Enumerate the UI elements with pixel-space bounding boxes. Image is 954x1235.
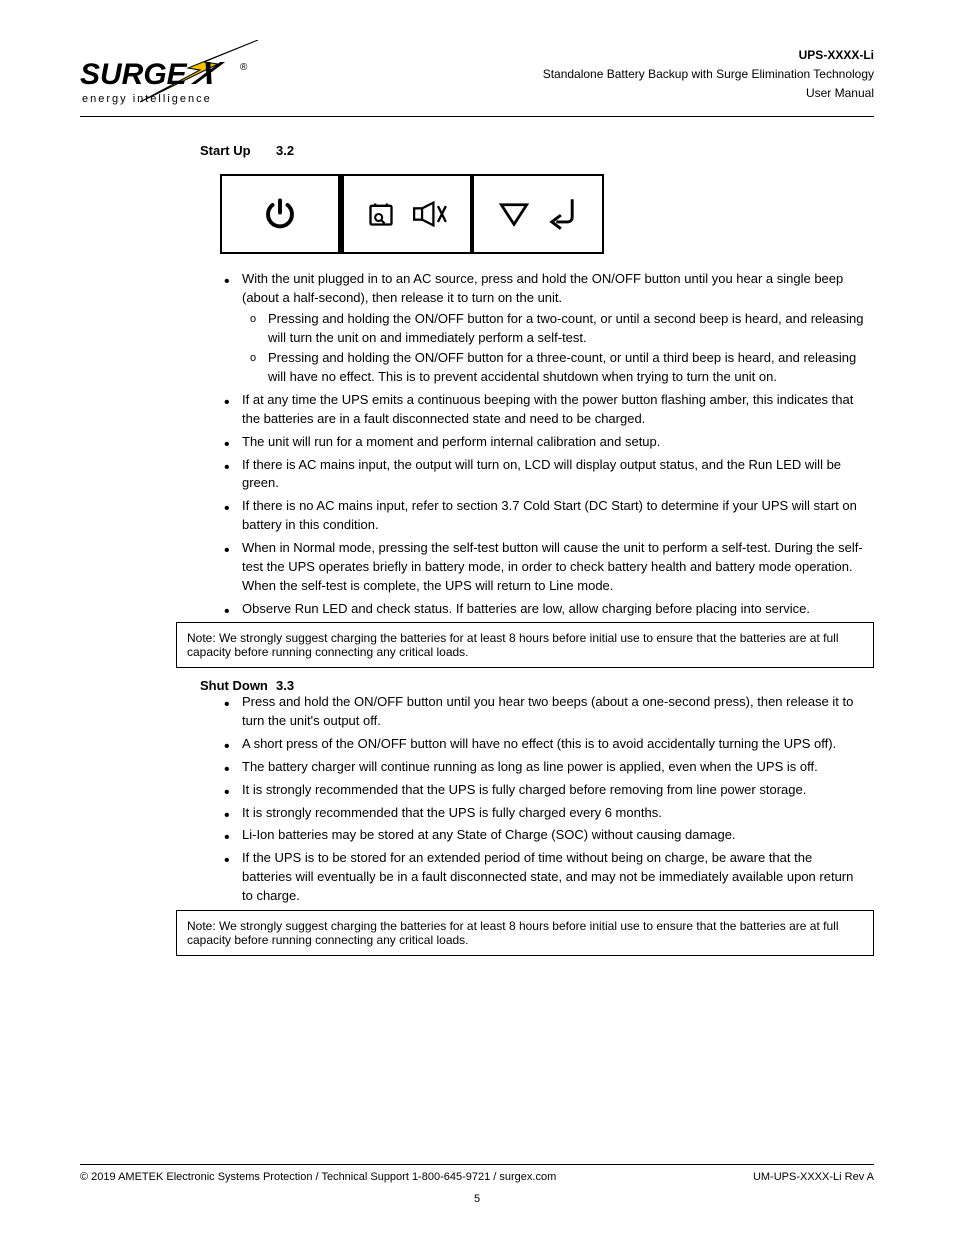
diagram-cell-test-mute <box>340 176 474 252</box>
footer-row: © 2019 AMETEK Electronic Systems Protect… <box>80 1171 874 1183</box>
section-title-1: Start Up <box>200 143 251 158</box>
header-model: UPS-XXXX-Li <box>543 46 874 65</box>
list-item: The unit will run for a moment and perfo… <box>224 433 864 452</box>
power-icon <box>262 196 298 232</box>
list-item: Pressing and holding the ON/OFF button f… <box>268 349 864 387</box>
logo: SURGE X ® energy intelligence <box>80 40 280 112</box>
diagram-cell-power <box>222 176 340 252</box>
list-item: Observe Run LED and check status. If bat… <box>224 600 864 619</box>
note-box-1: Note: We strongly suggest charging the b… <box>176 622 874 668</box>
list-item: When in Normal mode, pressing the self-t… <box>224 539 864 596</box>
logo-tagline: energy intelligence <box>82 93 212 105</box>
startup-sublist: Pressing and holding the ON/OFF button f… <box>242 310 864 387</box>
content: 3.2 Start Up With the unit plugged in to… <box>80 117 874 956</box>
section-shutdown-heading: 3.3 Shut Down <box>176 678 874 693</box>
list-item: If at any time the UPS emits a continuou… <box>224 391 864 429</box>
section-title-2: Shut Down <box>200 678 268 693</box>
surgex-logo-svg: SURGE X ® energy intelligence <box>80 40 260 112</box>
list-item: Press and hold the ON/OFF button until y… <box>224 693 864 731</box>
list-item: With the unit plugged in to an AC source… <box>224 270 864 387</box>
list-item: If there is AC mains input, the output w… <box>224 456 864 494</box>
enter-icon <box>547 197 577 231</box>
footer-left: © 2019 AMETEK Electronic Systems Protect… <box>80 1171 556 1183</box>
footer-right: UM-UPS-XXXX-Li Rev A <box>753 1171 874 1183</box>
list-item: It is strongly recommended that the UPS … <box>224 781 864 800</box>
logo-reg: ® <box>240 62 248 73</box>
section-number-2: 3.3 <box>276 678 294 693</box>
mute-icon <box>413 201 447 227</box>
list-item: If the UPS is to be stored for an extend… <box>224 849 864 906</box>
list-item-text: With the unit plugged in to an AC source… <box>242 271 843 305</box>
page: SURGE X ® energy intelligence UPS-XXXX-L… <box>0 0 954 1235</box>
diagram-cell-nav <box>474 176 602 252</box>
footer: © 2019 AMETEK Electronic Systems Protect… <box>80 1164 874 1205</box>
section-startup-heading: 3.2 Start Up <box>176 143 874 158</box>
shutdown-list: Press and hold the ON/OFF button until y… <box>176 693 874 905</box>
button-panel-diagram <box>220 174 874 254</box>
diagram-row <box>220 174 604 254</box>
logo-text-main: SURGE <box>80 58 188 91</box>
list-item: Li-Ion batteries may be stored at any St… <box>224 826 864 845</box>
list-item: It is strongly recommended that the UPS … <box>224 804 864 823</box>
list-item: Pressing and holding the ON/OFF button f… <box>268 310 864 348</box>
header-row: SURGE X ® energy intelligence UPS-XXXX-L… <box>80 40 874 112</box>
list-item: If there is no AC mains input, refer to … <box>224 497 864 535</box>
page-number: 5 <box>80 1193 874 1205</box>
footer-rule <box>80 1164 874 1165</box>
note-box-2: Note: We strongly suggest charging the b… <box>176 910 874 956</box>
header-line3: User Manual <box>543 84 874 103</box>
section-number-1: 3.2 <box>276 143 294 158</box>
list-item: The battery charger will continue runnin… <box>224 758 864 777</box>
header-right: UPS-XXXX-Li Standalone Battery Backup wi… <box>543 40 874 104</box>
self-test-icon <box>367 200 395 228</box>
list-item: A short press of the ON/OFF button will … <box>224 735 864 754</box>
startup-list: With the unit plugged in to an AC source… <box>176 270 874 618</box>
down-icon <box>499 201 529 227</box>
header-line2: Standalone Battery Backup with Surge Eli… <box>543 65 874 84</box>
